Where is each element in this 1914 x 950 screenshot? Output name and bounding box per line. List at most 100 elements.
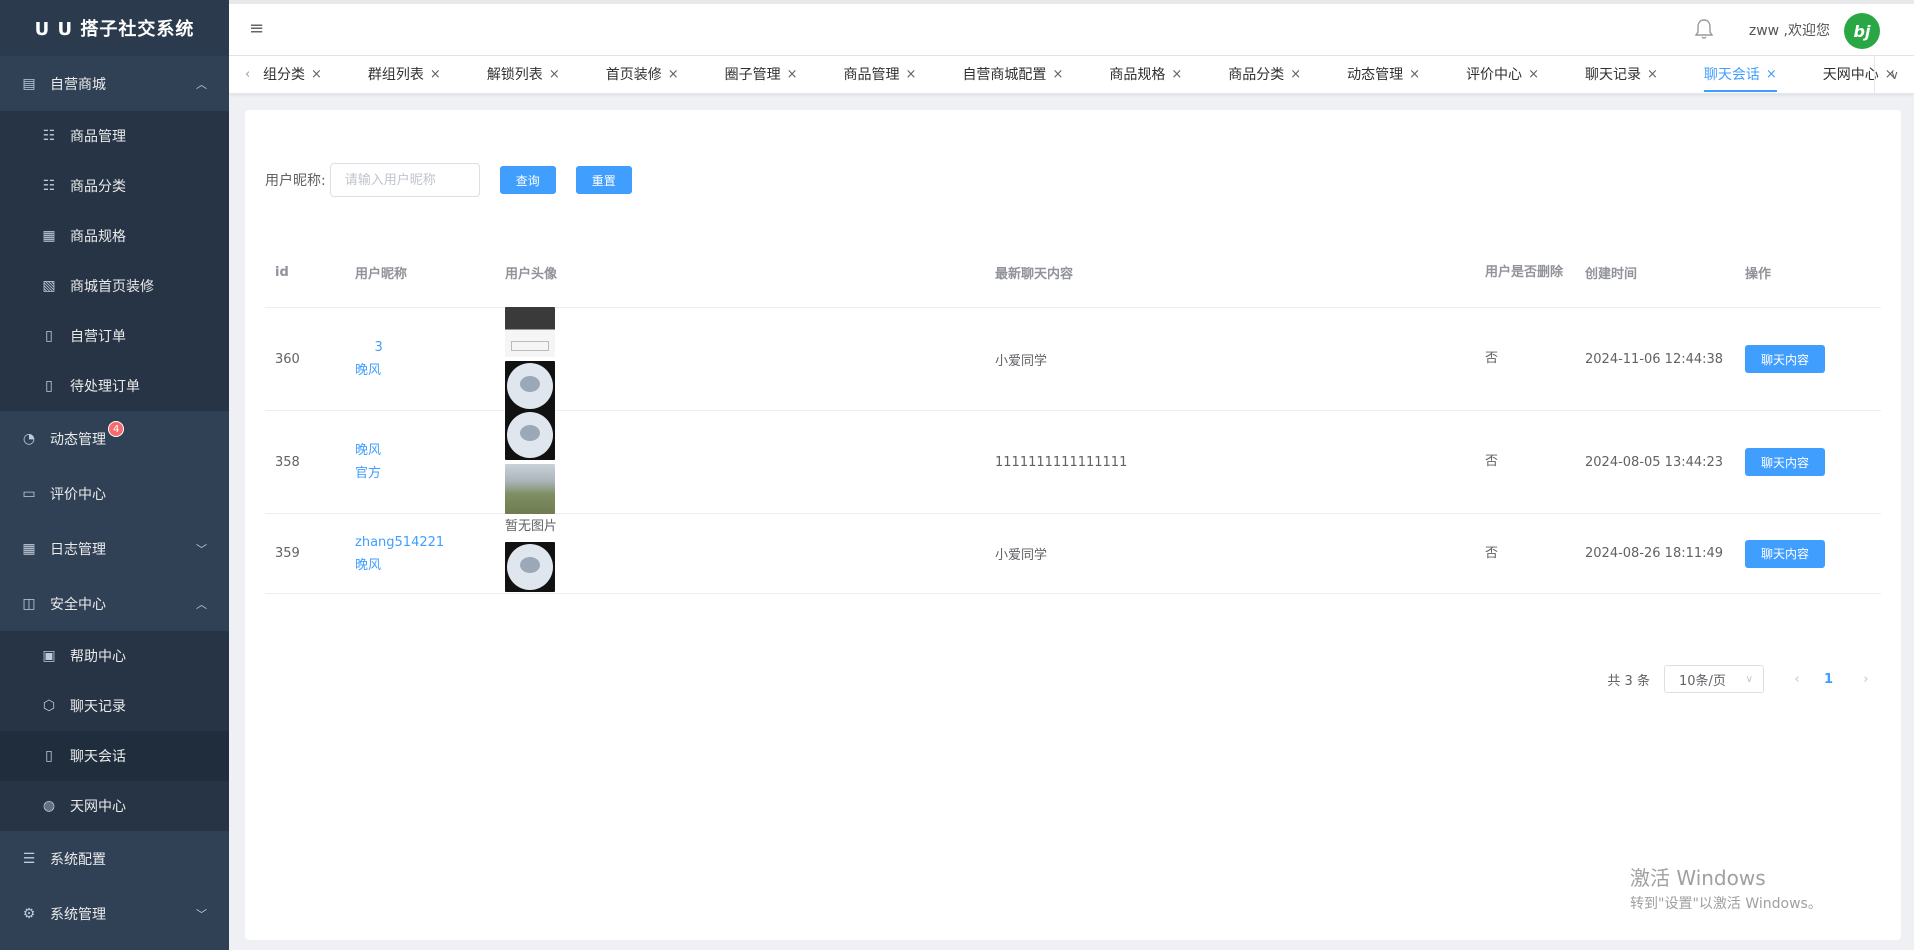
pie-chart-icon: ◔ — [22, 430, 36, 447]
close-icon[interactable]: × — [1647, 57, 1658, 93]
user-nickname-link[interactable]: 晚风 — [355, 359, 383, 382]
sidebar-group-label: 自营商城 — [50, 76, 106, 93]
page-size-select[interactable]: 10条/页 ∨ — [1663, 665, 1764, 693]
avatar-image[interactable] — [505, 361, 555, 411]
sidebar-item-0-0[interactable]: ☷ 商品管理 — [0, 111, 229, 161]
sidebar-group-4[interactable]: ◫ 安全中心 ︿ — [0, 576, 229, 631]
sidebar-submenu: ☷ 商品管理 ☷ 商品分类 ▦ 商品规格 ▧ 商城首页装修 ▯ 自营订单 ▯ 待处理订单 — [0, 111, 229, 411]
tab-11[interactable]: 聊天记录 × — [1585, 56, 1658, 94]
tab-7[interactable]: 商品规格 × — [1109, 56, 1182, 94]
total-count: 共 3 条 — [1607, 673, 1650, 689]
tab-10[interactable]: 评价中心 × — [1466, 56, 1539, 94]
next-page-icon[interactable]: › — [1851, 672, 1881, 687]
sidebar-item-4-1[interactable]: ⬡ 聊天记录 — [0, 681, 229, 731]
avatar-image[interactable] — [505, 542, 555, 592]
notification-badge: 4 — [108, 421, 125, 437]
sidebar-group-2[interactable]: ▭ 评价中心 — [0, 466, 229, 521]
sidebar-item-4-0[interactable]: ▣ 帮助中心 — [0, 631, 229, 681]
user-nickname-link[interactable]: zhang514221 — [355, 531, 444, 554]
sidebar-group-1[interactable]: ◔ 动态管理 4 — [0, 411, 229, 466]
close-icon[interactable]: × — [1766, 57, 1777, 93]
avatar-image[interactable] — [505, 307, 555, 357]
tab-label: 圈子管理 — [724, 67, 781, 83]
close-icon[interactable]: × — [1528, 57, 1539, 93]
header-operation: 操作 — [1745, 267, 1772, 282]
sidebar-submenu: ▣ 帮助中心 ⬡ 聊天记录 ▯ 聊天会话 ◍ 天网中心 — [0, 631, 229, 831]
chevron-down-icon[interactable]: ∨ — [1874, 56, 1914, 94]
avatar-image[interactable] — [505, 410, 555, 460]
user-nickname-link[interactable]: 晚风 — [355, 554, 444, 577]
sidebar-item-0-3[interactable]: ▧ 商城首页装修 — [0, 261, 229, 311]
chevron-right-icon[interactable]: › — [1857, 56, 1862, 94]
chat-content-button[interactable]: 聊天内容 — [1745, 539, 1825, 568]
inbox-icon: ◫ — [22, 595, 36, 612]
chevron-left-icon[interactable]: ‹ — [245, 56, 250, 94]
tab-12[interactable]: 聊天会话 × — [1703, 56, 1777, 94]
cell-operation: 聊天内容 — [1735, 308, 1881, 410]
tab-label: 商品分类 — [1228, 67, 1285, 83]
header-id: id — [275, 265, 289, 280]
user-nickname-link[interactable]: 晚风 — [355, 439, 381, 462]
tab-8[interactable]: 商品分类 × — [1228, 56, 1301, 94]
chevron-down-icon: ﹀ — [196, 542, 207, 556]
table-row: 358 晚风 官方 1111111111111111 否 2024-08-05 13:44… — [265, 410, 1881, 514]
close-icon[interactable]: × — [1171, 57, 1182, 93]
tab-1[interactable]: 群组列表 × — [368, 56, 441, 94]
sidebar-group-0[interactable]: ▤ 自营商城 ︿ — [0, 56, 229, 111]
sidebar-item-4-2[interactable]: ▯ 聊天会话 — [0, 731, 229, 781]
user-nickname-link[interactable]: 3 — [355, 336, 383, 359]
page-number[interactable]: 1 — [1824, 672, 1833, 687]
tab-3[interactable]: 首页装修 × — [606, 56, 679, 94]
comment-icon: ▭ — [22, 485, 36, 502]
user-nickname-link[interactable]: 官方 — [355, 462, 381, 485]
grid-icon: ▦ — [42, 228, 56, 244]
query-button[interactable]: 查询 — [499, 166, 556, 194]
gear-icon: ⚙ — [22, 905, 36, 922]
nickname-search-input[interactable] — [329, 163, 480, 197]
close-icon[interactable]: × — [1290, 57, 1301, 93]
sidebar-item-0-5[interactable]: ▯ 待处理订单 — [0, 361, 229, 411]
tab-9[interactable]: 动态管理 × — [1347, 56, 1420, 94]
hamburger-menu-icon[interactable]: ≡ — [249, 20, 267, 38]
chat-content-button[interactable]: 聊天内容 — [1745, 448, 1825, 476]
sidebar-item-0-1[interactable]: ☷ 商品分类 — [0, 161, 229, 211]
header-message: 最新聊天内容 — [995, 267, 1074, 282]
tab-6[interactable]: 自营商城配置 × — [962, 56, 1063, 94]
sidebar-item-0-2[interactable]: ▦ 商品规格 — [0, 211, 229, 261]
globe-icon: ◍ — [42, 798, 56, 814]
bell-icon[interactable] — [1694, 18, 1714, 45]
close-icon[interactable]: × — [1052, 57, 1063, 93]
clipboard-icon: ▯ — [45, 748, 53, 764]
close-icon[interactable]: × — [549, 57, 560, 93]
sidebar-group-3[interactable]: ▦ 日志管理 ﹀ — [0, 521, 229, 576]
avatar-image[interactable] — [505, 464, 555, 514]
search-form: 用户昵称: 查询 重置 — [265, 163, 632, 197]
sidebar-group-6[interactable]: ⚙ 系统管理 ﹀ — [0, 886, 229, 941]
prev-page-icon[interactable]: ‹ — [1782, 672, 1812, 687]
close-icon[interactable]: × — [668, 57, 679, 93]
close-icon[interactable]: × — [311, 57, 322, 93]
tab-4[interactable]: 圈子管理 × — [725, 56, 798, 94]
cell-id: 358 — [275, 454, 300, 470]
id-card-icon: ▣ — [42, 648, 56, 664]
sidebar-item-4-3[interactable]: ◍ 天网中心 — [0, 781, 229, 831]
sidebar-item-label: 商品规格 — [70, 229, 126, 245]
nick-list: 3 晚风 — [355, 336, 383, 382]
close-icon[interactable]: × — [1409, 57, 1420, 93]
header-created-time: 创建时间 — [1585, 267, 1638, 282]
chat-content-button[interactable]: 聊天内容 — [1745, 345, 1825, 373]
cell-deleted: 否 — [1485, 545, 1499, 561]
tab-5[interactable]: 商品管理 × — [844, 56, 917, 94]
sidebar-item-0-4[interactable]: ▯ 自营订单 — [0, 311, 229, 361]
tab-2[interactable]: 解锁列表 × — [487, 56, 560, 94]
sidebar-group-label: 安全中心 — [50, 596, 106, 613]
avatar-list — [505, 307, 555, 411]
close-icon[interactable]: × — [430, 57, 441, 93]
tab-0[interactable]: 组分类 × — [263, 56, 322, 94]
user-avatar[interactable]: bj — [1844, 13, 1880, 49]
reset-button[interactable]: 重置 — [575, 166, 632, 194]
close-icon[interactable]: × — [906, 57, 917, 93]
tag-tabs-bar: ‹ 组分类 × 群组列表 × 解锁列表 × 首页装修 × 圈子管理 × 商品管理 × 自营商城配置 × 商品… — [229, 56, 1914, 94]
sidebar-group-5[interactable]: ☰ 系统配置 — [0, 831, 229, 886]
close-icon[interactable]: × — [787, 57, 798, 93]
